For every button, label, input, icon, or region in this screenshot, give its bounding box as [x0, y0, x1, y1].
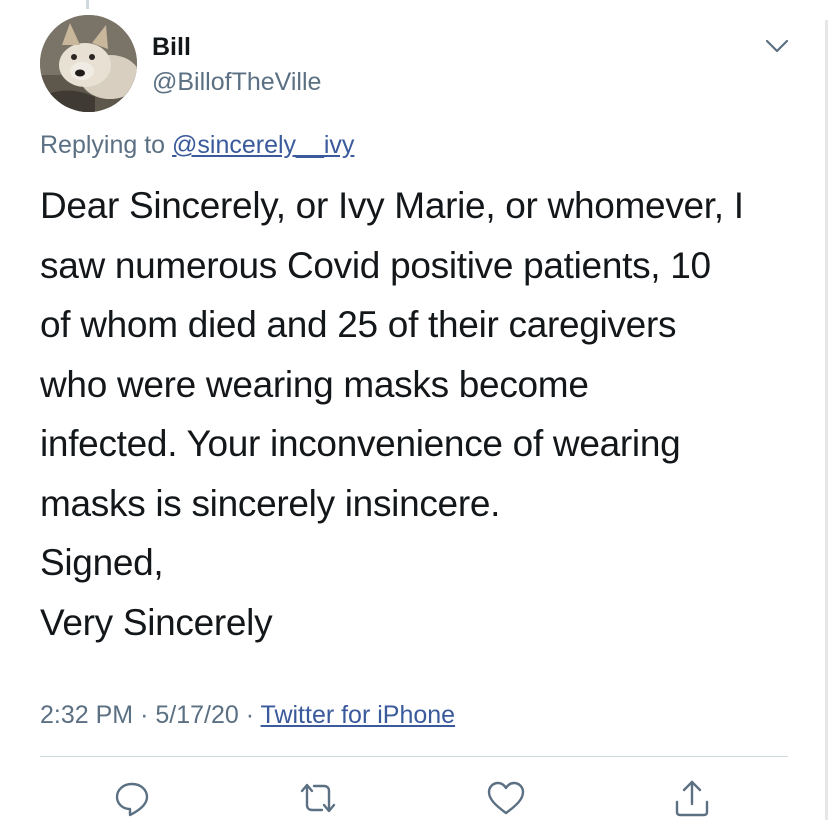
- avatar-dog-image: [40, 15, 137, 112]
- tweet-text: Dear Sincerely, or Ivy Marie, or whomeve…: [40, 176, 810, 652]
- tweet-text-line: infected. Your inconvenience of wearing: [40, 423, 681, 464]
- reply-icon: [115, 782, 149, 817]
- reply-button[interactable]: [110, 776, 154, 820]
- heart-icon: [487, 781, 525, 815]
- tweet-text-line: who were wearing masks become: [40, 363, 589, 405]
- retweet-icon: [300, 783, 336, 813]
- replying-to: Replying to @sincerely__ivy: [40, 129, 354, 161]
- tweet-meta: 2:32 PM · 5/17/20 · Twitter for iPhone: [40, 699, 455, 731]
- like-button[interactable]: [484, 776, 528, 820]
- tweet-text-line: Signed,: [40, 542, 164, 583]
- tweet-date[interactable]: 5/17/20: [155, 701, 238, 729]
- tweet-text-line: masks is sincerely insincere.: [40, 482, 501, 524]
- tweet-text-line: Very Sincerely: [40, 601, 273, 643]
- share-icon: [675, 780, 709, 817]
- reply-mention-link[interactable]: @sincerely__ivy: [172, 131, 354, 159]
- tweet-text-line: Dear Sincerely, or Ivy Marie, or whomeve…: [40, 185, 744, 226]
- thread-connector-line: [86, 0, 89, 9]
- retweet-button[interactable]: [296, 776, 340, 820]
- tweet-time[interactable]: 2:32 PM: [40, 701, 133, 729]
- display-name[interactable]: Bill: [152, 32, 191, 62]
- share-button[interactable]: [670, 776, 714, 820]
- tweet-text-line: saw numerous Covid positive patients, 10: [40, 244, 711, 286]
- divider: [40, 756, 788, 757]
- meta-separator: ·: [245, 701, 255, 729]
- replying-prefix: Replying to: [40, 131, 166, 159]
- user-handle[interactable]: @BillofTheVille: [152, 67, 321, 97]
- tweet-source-link[interactable]: Twitter for iPhone: [261, 701, 456, 729]
- tweet-text-line: of whom died and 25 of their caregivers: [40, 304, 677, 345]
- chevron-down-icon[interactable]: [762, 34, 792, 58]
- avatar[interactable]: [40, 15, 137, 112]
- meta-separator: ·: [140, 701, 149, 729]
